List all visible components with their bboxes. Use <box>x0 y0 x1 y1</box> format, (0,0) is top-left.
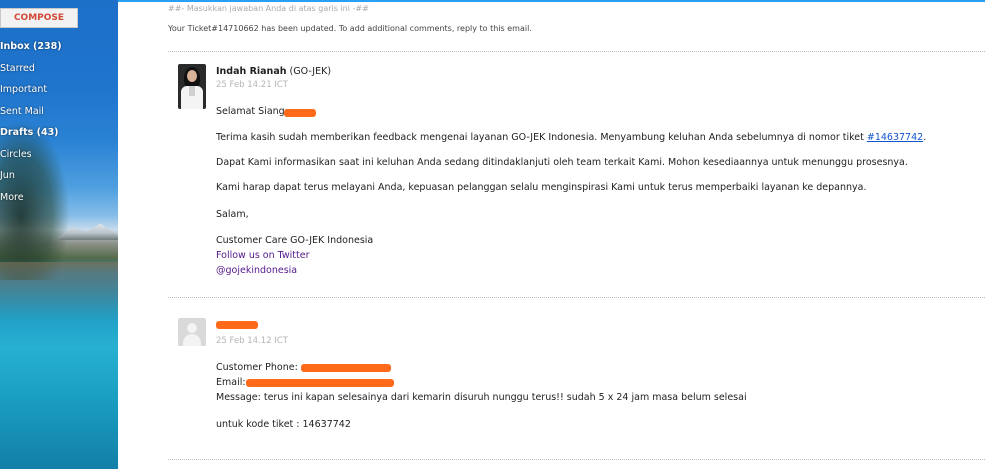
redaction-mark <box>246 379 394 387</box>
thread-view: ##- Masukkan jawaban Anda di atas garis … <box>118 0 985 469</box>
sidebar-item-drafts[interactable]: Drafts (43) <box>0 126 62 148</box>
customer-phone-line: Customer Phone: <box>216 362 298 373</box>
greeting: Selamat Siang <box>216 106 285 117</box>
sidebar-item-starred[interactable]: Starred <box>0 62 62 84</box>
paragraph-2: Dapat Kami informasikan saat ini keluhan… <box>216 157 908 168</box>
paragraph-1-end: . <box>923 132 927 143</box>
redaction-mark <box>216 321 258 329</box>
sidebar-item-important[interactable]: Important <box>0 83 62 105</box>
divider <box>168 297 985 298</box>
ticket-link[interactable]: #14637742 <box>867 132 923 143</box>
paragraph-1-text: Terima kasih sudah memberikan feedback m… <box>216 132 867 143</box>
sidebar-item-jun[interactable]: Jun <box>0 169 62 191</box>
paragraph-1: Terima kasih sudah memberikan feedback m… <box>216 132 926 143</box>
sender-org: (GO-JEK) <box>289 66 332 77</box>
reply-marker: ##- Masukkan jawaban Anda di atas garis … <box>168 4 369 13</box>
sidebar-item-inbox[interactable]: Inbox (238) <box>0 40 62 62</box>
customer-message: Message: terus ini kapan selesainya dari… <box>216 392 747 403</box>
twitter-handle-link[interactable]: @gojekindonesia <box>216 265 297 276</box>
divider <box>168 459 985 460</box>
message-date: 25 Feb 14.12 ICT <box>216 336 288 346</box>
message-date: 25 Feb 14.21 ICT <box>216 80 288 90</box>
redaction-mark <box>284 109 316 117</box>
ticket-code-line: untuk kode tiket : 14637742 <box>216 419 351 430</box>
sender-avatar-photo[interactable] <box>178 64 206 109</box>
sidebar-item-circles[interactable]: Circles <box>0 148 62 170</box>
paragraph-3: Kami harap dapat terus melayani Anda, ke… <box>216 182 867 193</box>
signature: Customer Care GO-JEK Indonesia <box>216 235 374 246</box>
sidebar: COMPOSE Inbox (238) Starred Important Se… <box>0 0 118 469</box>
sender-line[interactable]: Indah Rianah (GO-JEK) <box>216 66 331 77</box>
sender-name: Indah Rianah <box>216 66 287 77</box>
sidebar-item-sent-mail[interactable]: Sent Mail <box>0 105 62 127</box>
closing: Salam, <box>216 209 249 220</box>
divider <box>168 51 985 52</box>
sidebar-nav: Inbox (238) Starred Important Sent Mail … <box>0 40 62 212</box>
redaction-mark <box>301 364 391 372</box>
sidebar-item-more[interactable]: More <box>0 191 62 213</box>
background-shore <box>0 262 118 322</box>
update-notice: Your Ticket#14710662 has been updated. T… <box>168 24 532 33</box>
customer-email-line: Email: <box>216 377 246 388</box>
twitter-follow-link[interactable]: Follow us on Twitter <box>216 250 310 261</box>
compose-button[interactable]: COMPOSE <box>0 8 78 28</box>
phone-label: Customer Phone: <box>216 362 298 373</box>
email-label: Email: <box>216 377 246 388</box>
sender-avatar-generic[interactable] <box>178 318 206 346</box>
